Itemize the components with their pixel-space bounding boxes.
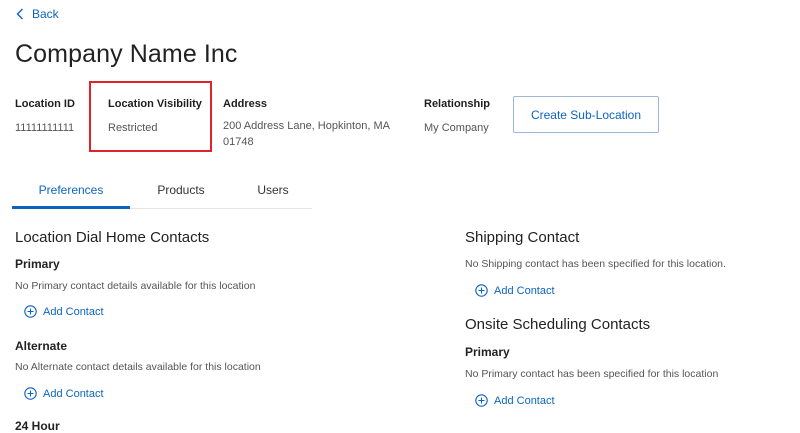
page-title: Company Name Inc: [15, 40, 238, 68]
location-id-label: Location ID: [15, 98, 75, 110]
dial-home-title: Location Dial Home Contacts: [15, 229, 210, 246]
add-contact-label: Add Contact: [43, 387, 104, 400]
dial-home-alternate-add-contact[interactable]: Add Contact: [24, 387, 104, 400]
location-visibility-highlight: [89, 81, 212, 152]
dial-home-primary-title: Primary: [15, 257, 60, 271]
shipping-add-contact[interactable]: Add Contact: [475, 284, 555, 297]
add-contact-label: Add Contact: [494, 394, 555, 407]
address-label: Address: [223, 98, 268, 110]
dial-home-24-hour-title: 24 Hour: [15, 419, 60, 433]
tab-bar: Preferences Products Users: [12, 172, 312, 209]
add-contact-label: Add Contact: [494, 284, 555, 297]
tab-users[interactable]: Users: [232, 172, 314, 208]
dial-home-alternate-title: Alternate: [15, 339, 68, 353]
plus-circle-icon: [475, 394, 488, 407]
chevron-left-icon: [16, 8, 23, 20]
dial-home-alternate-message: No Alternate contact details available f…: [15, 361, 261, 373]
create-sub-location-button[interactable]: Create Sub-Location: [513, 96, 659, 133]
plus-circle-icon: [24, 305, 37, 318]
shipping-title: Shipping Contact: [465, 229, 580, 246]
onsite-primary-message: No Primary contact has been specified fo…: [465, 368, 719, 380]
add-contact-label: Add Contact: [43, 305, 104, 318]
plus-circle-icon: [475, 284, 488, 297]
onsite-primary-add-contact[interactable]: Add Contact: [475, 394, 555, 407]
onsite-title: Onsite Scheduling Contacts: [465, 316, 651, 333]
tab-products[interactable]: Products: [130, 172, 232, 208]
dial-home-primary-message: No Primary contact details available for…: [15, 280, 256, 292]
back-link[interactable]: Back: [16, 7, 59, 21]
relationship-value: My Company: [424, 122, 489, 134]
shipping-message: No Shipping contact has been specified f…: [465, 258, 726, 270]
address-line2: 01748: [223, 136, 254, 148]
plus-circle-icon: [24, 387, 37, 400]
onsite-primary-title: Primary: [465, 345, 510, 359]
relationship-label: Relationship: [424, 98, 491, 110]
location-id-value: 11111111111: [15, 122, 75, 134]
dial-home-primary-add-contact[interactable]: Add Contact: [24, 305, 104, 318]
back-label: Back: [32, 7, 59, 21]
address-line1: 200 Address Lane, Hopkinton, MA: [223, 120, 390, 132]
tab-preferences[interactable]: Preferences: [12, 172, 130, 209]
